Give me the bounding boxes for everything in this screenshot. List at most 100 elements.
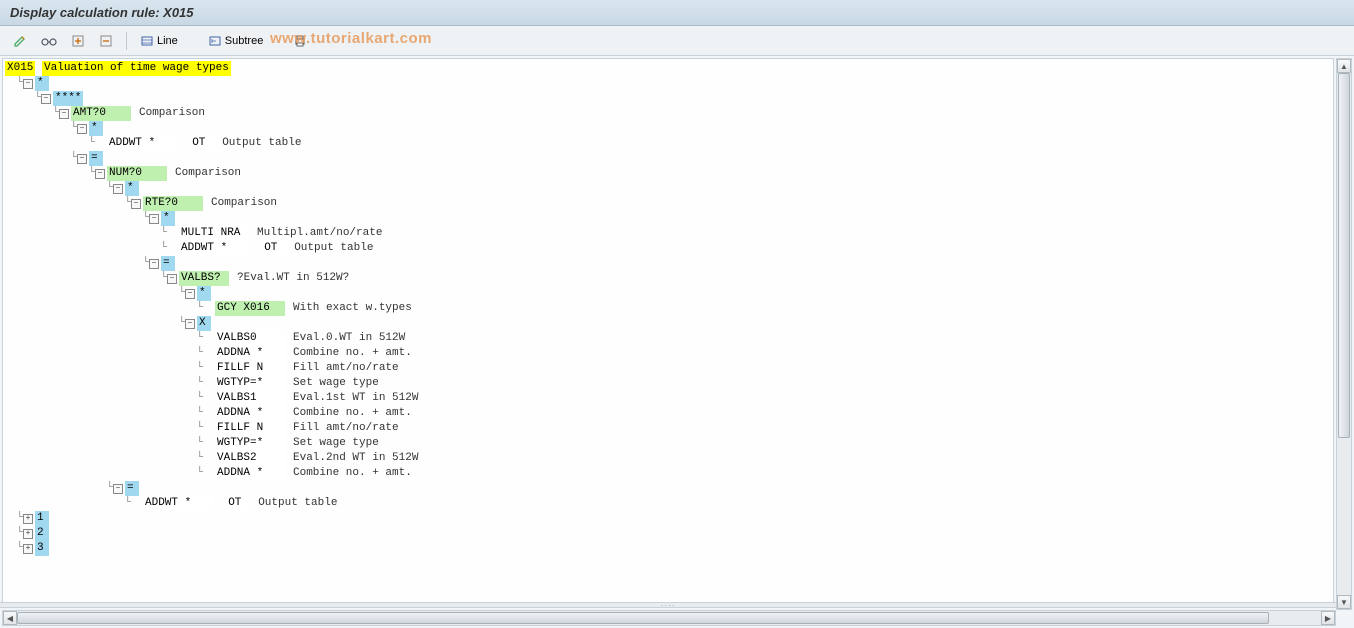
print-button[interactable] — [288, 31, 312, 51]
collapse-node-icon[interactable]: − — [41, 94, 51, 104]
collapse-node-icon[interactable]: − — [23, 79, 33, 89]
tree-root[interactable]: X015 Valuation of time wage types — [5, 61, 1333, 76]
tree-row[interactable]: └+1 — [5, 511, 1333, 526]
expand-button[interactable] — [66, 31, 90, 51]
subtree-icon — [208, 34, 222, 48]
collapse-node-icon[interactable]: − — [95, 169, 105, 179]
node-desc: Eval.1st WT in 512W — [285, 391, 418, 406]
node-code: = — [161, 256, 175, 271]
node-code: = — [125, 481, 139, 496]
collapse-node-icon[interactable]: − — [77, 154, 87, 164]
node-code: FILLF N — [215, 421, 285, 436]
collapse-node-icon[interactable]: − — [113, 484, 123, 494]
tree-row[interactable]: └ADDWT * OTOutput table — [5, 496, 1333, 511]
collapse-node-icon[interactable]: − — [131, 199, 141, 209]
node-desc: Set wage type — [285, 436, 379, 451]
scroll-up-button[interactable]: ▲ — [1337, 59, 1351, 73]
expand-node-icon[interactable]: + — [23, 529, 33, 539]
scroll-right-button[interactable]: ▶ — [1321, 611, 1335, 625]
tree-connector: └ — [5, 466, 203, 481]
title-bar: Display calculation rule: X015 — [0, 0, 1354, 26]
node-code: MULTI NRA — [179, 226, 249, 241]
tree-row[interactable]: └GCY X016With exact w.types — [5, 301, 1333, 316]
tree-connector: └ — [5, 316, 185, 331]
tree-row[interactable]: └−* — [5, 76, 1333, 91]
tree-row[interactable]: └−**** — [5, 91, 1333, 106]
expand-node-icon[interactable]: + — [23, 544, 33, 554]
line-label: Line — [157, 35, 178, 47]
tree-row[interactable]: └FILLF N Fill amt/no/rate — [5, 421, 1333, 436]
collapse-node-icon[interactable]: − — [77, 124, 87, 134]
content-area: X015 Valuation of time wage types └−*└−*… — [0, 56, 1354, 628]
scroll-down-button[interactable]: ▼ — [1337, 595, 1351, 609]
tree-row[interactable]: └+2 — [5, 526, 1333, 541]
tree-row[interactable]: └−= — [5, 151, 1333, 166]
collapse-node-icon[interactable]: − — [185, 289, 195, 299]
expand-node-icon[interactable]: + — [23, 514, 33, 524]
collapse-node-icon[interactable]: − — [185, 319, 195, 329]
tree-row[interactable]: └−VALBS??Eval.WT in 512W? — [5, 271, 1333, 286]
node-code: VALBS1 — [215, 391, 285, 406]
tree-row[interactable]: └MULTI NRAMultipl.amt/no/rate — [5, 226, 1333, 241]
tree-row[interactable]: └−AMT?0Comparison — [5, 106, 1333, 121]
tree-row[interactable]: └VALBS0 Eval.0.WT in 512W — [5, 331, 1333, 346]
collapse-node-icon[interactable]: − — [149, 259, 159, 269]
tree-row[interactable]: └ADDNA * Combine no. + amt. — [5, 466, 1333, 481]
node-code: VALBS? — [179, 271, 229, 286]
glasses-button[interactable] — [36, 31, 62, 51]
scroll-thumb-v[interactable] — [1338, 73, 1350, 438]
node-desc: Comparison — [167, 166, 241, 181]
tree-row[interactable]: └−X — [5, 316, 1333, 331]
tree-row[interactable]: └ADDWT * OTOutput table — [5, 136, 1333, 151]
tree-connector: └ — [5, 376, 203, 391]
root-code: X015 — [5, 61, 35, 76]
tree-row[interactable]: └−= — [5, 256, 1333, 271]
tree-row[interactable]: └VALBS1 Eval.1st WT in 512W — [5, 391, 1333, 406]
node-code: * — [161, 211, 175, 226]
tree-connector: └ — [5, 286, 185, 301]
tree-connector: └ — [5, 136, 95, 151]
node-code: **** — [53, 91, 83, 106]
tree-row[interactable]: └+3 — [5, 541, 1333, 556]
horizontal-scrollbar[interactable]: ◀ ▶ — [2, 610, 1336, 626]
tree-connector: └ — [5, 91, 41, 106]
subtree-button[interactable]: Subtree — [203, 31, 269, 51]
tree-row[interactable]: └ADDNA * Combine no. + amt. — [5, 406, 1333, 421]
scroll-thumb-h[interactable] — [17, 612, 1269, 624]
line-button[interactable]: Line — [135, 31, 183, 51]
tree-connector: └ — [5, 481, 113, 496]
tree-row[interactable]: └−NUM?0Comparison — [5, 166, 1333, 181]
tree-row[interactable]: └−* — [5, 181, 1333, 196]
node-code: WGTYP=* — [215, 436, 285, 451]
tree-connector: └ — [5, 361, 203, 376]
tree-row[interactable]: └WGTYP=* Set wage type — [5, 376, 1333, 391]
tree-connector: └ — [5, 331, 203, 346]
scroll-left-button[interactable]: ◀ — [3, 611, 17, 625]
tree-row[interactable]: └FILLF N Fill amt/no/rate — [5, 361, 1333, 376]
tree-row[interactable]: └−* — [5, 121, 1333, 136]
tree-connector: └ — [5, 496, 131, 511]
node-code: RTE?0 — [143, 196, 203, 211]
tree-row[interactable]: └−* — [5, 211, 1333, 226]
vertical-scrollbar[interactable]: ▲ ▼ — [1336, 58, 1352, 610]
node-code: ADDWT * — [179, 241, 249, 256]
horizontal-splitter[interactable]: ···· — [0, 602, 1336, 608]
tree-connector: └ — [5, 106, 59, 121]
tree-row[interactable]: └VALBS2 Eval.2nd WT in 512W — [5, 451, 1333, 466]
collapse-button[interactable] — [94, 31, 118, 51]
edit-button[interactable] — [8, 31, 32, 51]
tree-row[interactable]: └ADDNA * Combine no. + amt. — [5, 346, 1333, 361]
node-code: * — [125, 181, 139, 196]
tree-row[interactable]: └−* — [5, 286, 1333, 301]
collapse-node-icon[interactable]: − — [59, 109, 69, 119]
node-desc: Eval.0.WT in 512W — [285, 331, 405, 346]
tree-row[interactable]: └−RTE?0Comparison — [5, 196, 1333, 211]
collapse-node-icon[interactable]: − — [149, 214, 159, 224]
collapse-node-icon[interactable]: − — [167, 274, 177, 284]
tree-row[interactable]: └WGTYP=* Set wage type — [5, 436, 1333, 451]
tree-row[interactable]: └−= — [5, 481, 1333, 496]
tree-row[interactable]: └ADDWT * OTOutput table — [5, 241, 1333, 256]
collapse-icon — [99, 34, 113, 48]
node-col2: OT — [262, 241, 286, 256]
collapse-node-icon[interactable]: − — [113, 184, 123, 194]
